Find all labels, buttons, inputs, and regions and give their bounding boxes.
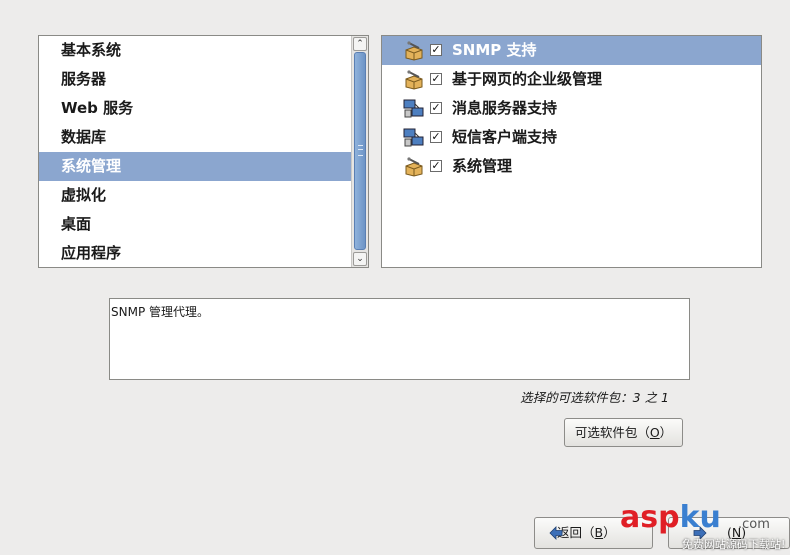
package-checkbox[interactable]: ✓ [430, 44, 442, 56]
package-item-system-management[interactable]: ✓ 系统管理 [382, 152, 761, 181]
package-list-panel: ✓ SNMP 支持 ✓ 基于网页的企业级管理 ✓ 消息服务器支持 ✓ 短信客户端 [381, 35, 762, 268]
category-item-web-services[interactable]: Web 服务 [39, 94, 351, 123]
back-arrow-icon [549, 526, 563, 540]
scroll-down-arrow-icon[interactable]: ⌄ [353, 252, 367, 266]
next-button-end: ) [741, 525, 747, 540]
package-icon [405, 41, 423, 61]
package-label: 消息服务器支持 [452, 99, 558, 117]
back-button-end: ） [603, 525, 616, 540]
package-label: 短信客户端支持 [452, 128, 558, 146]
optional-packages-button-end: ） [659, 425, 673, 440]
package-item-messaging-server[interactable]: ✓ 消息服务器支持 [382, 94, 761, 123]
back-button[interactable]: 返回（B） [534, 517, 653, 549]
selected-package-count: 选择的可选软件包：3 之 1 [520, 390, 669, 405]
network-computers-icon [403, 128, 424, 147]
category-list: 基本系统 服务器 Web 服务 数据库 系统管理 虚拟化 桌面 应用程序 [39, 36, 351, 268]
category-item-databases[interactable]: 数据库 [39, 123, 351, 152]
package-label: 系统管理 [452, 157, 513, 175]
next-button[interactable]: (N) [668, 517, 790, 549]
next-button-key: N [731, 525, 742, 540]
package-checkbox[interactable]: ✓ [430, 73, 442, 85]
package-item-sms-client[interactable]: ✓ 短信客户端支持 [382, 123, 761, 152]
category-item-system-management[interactable]: 系统管理 [39, 152, 351, 181]
category-item-applications[interactable]: 应用程序 [39, 239, 351, 268]
category-item-base-system[interactable]: 基本系统 [39, 36, 351, 65]
package-icon [405, 70, 423, 90]
back-button-key: B [594, 525, 604, 540]
category-item-servers[interactable]: 服务器 [39, 65, 351, 94]
package-label: SNMP 支持 [452, 41, 537, 59]
scrollbar-thumb[interactable] [354, 52, 366, 250]
category-scrollbar[interactable]: ⌃ ⌄ [351, 36, 368, 267]
category-item-virtualization[interactable]: 虚拟化 [39, 181, 351, 210]
package-description: SNMP 管理代理。 [109, 298, 690, 380]
optional-packages-button-label: 可选软件包（ [574, 425, 650, 440]
package-label: 基于网页的企业级管理 [452, 70, 603, 88]
package-checkbox[interactable]: ✓ [430, 160, 442, 172]
next-arrow-icon [693, 526, 707, 540]
category-item-desktops[interactable]: 桌面 [39, 210, 351, 239]
package-checkbox[interactable]: ✓ [430, 131, 442, 143]
package-icon [405, 157, 423, 177]
network-computers-icon [403, 99, 424, 118]
category-list-panel: 基本系统 服务器 Web 服务 数据库 系统管理 虚拟化 桌面 应用程序 ⌃ ⌄ [38, 35, 369, 268]
optional-packages-button[interactable]: 可选软件包（O） [564, 418, 683, 447]
optional-packages-button-key: O [649, 425, 660, 440]
package-item-snmp[interactable]: ✓ SNMP 支持 [382, 36, 761, 65]
package-checkbox[interactable]: ✓ [430, 102, 442, 114]
scroll-up-arrow-icon[interactable]: ⌃ [353, 37, 367, 51]
package-item-web-enterprise-management[interactable]: ✓ 基于网页的企业级管理 [382, 65, 761, 94]
